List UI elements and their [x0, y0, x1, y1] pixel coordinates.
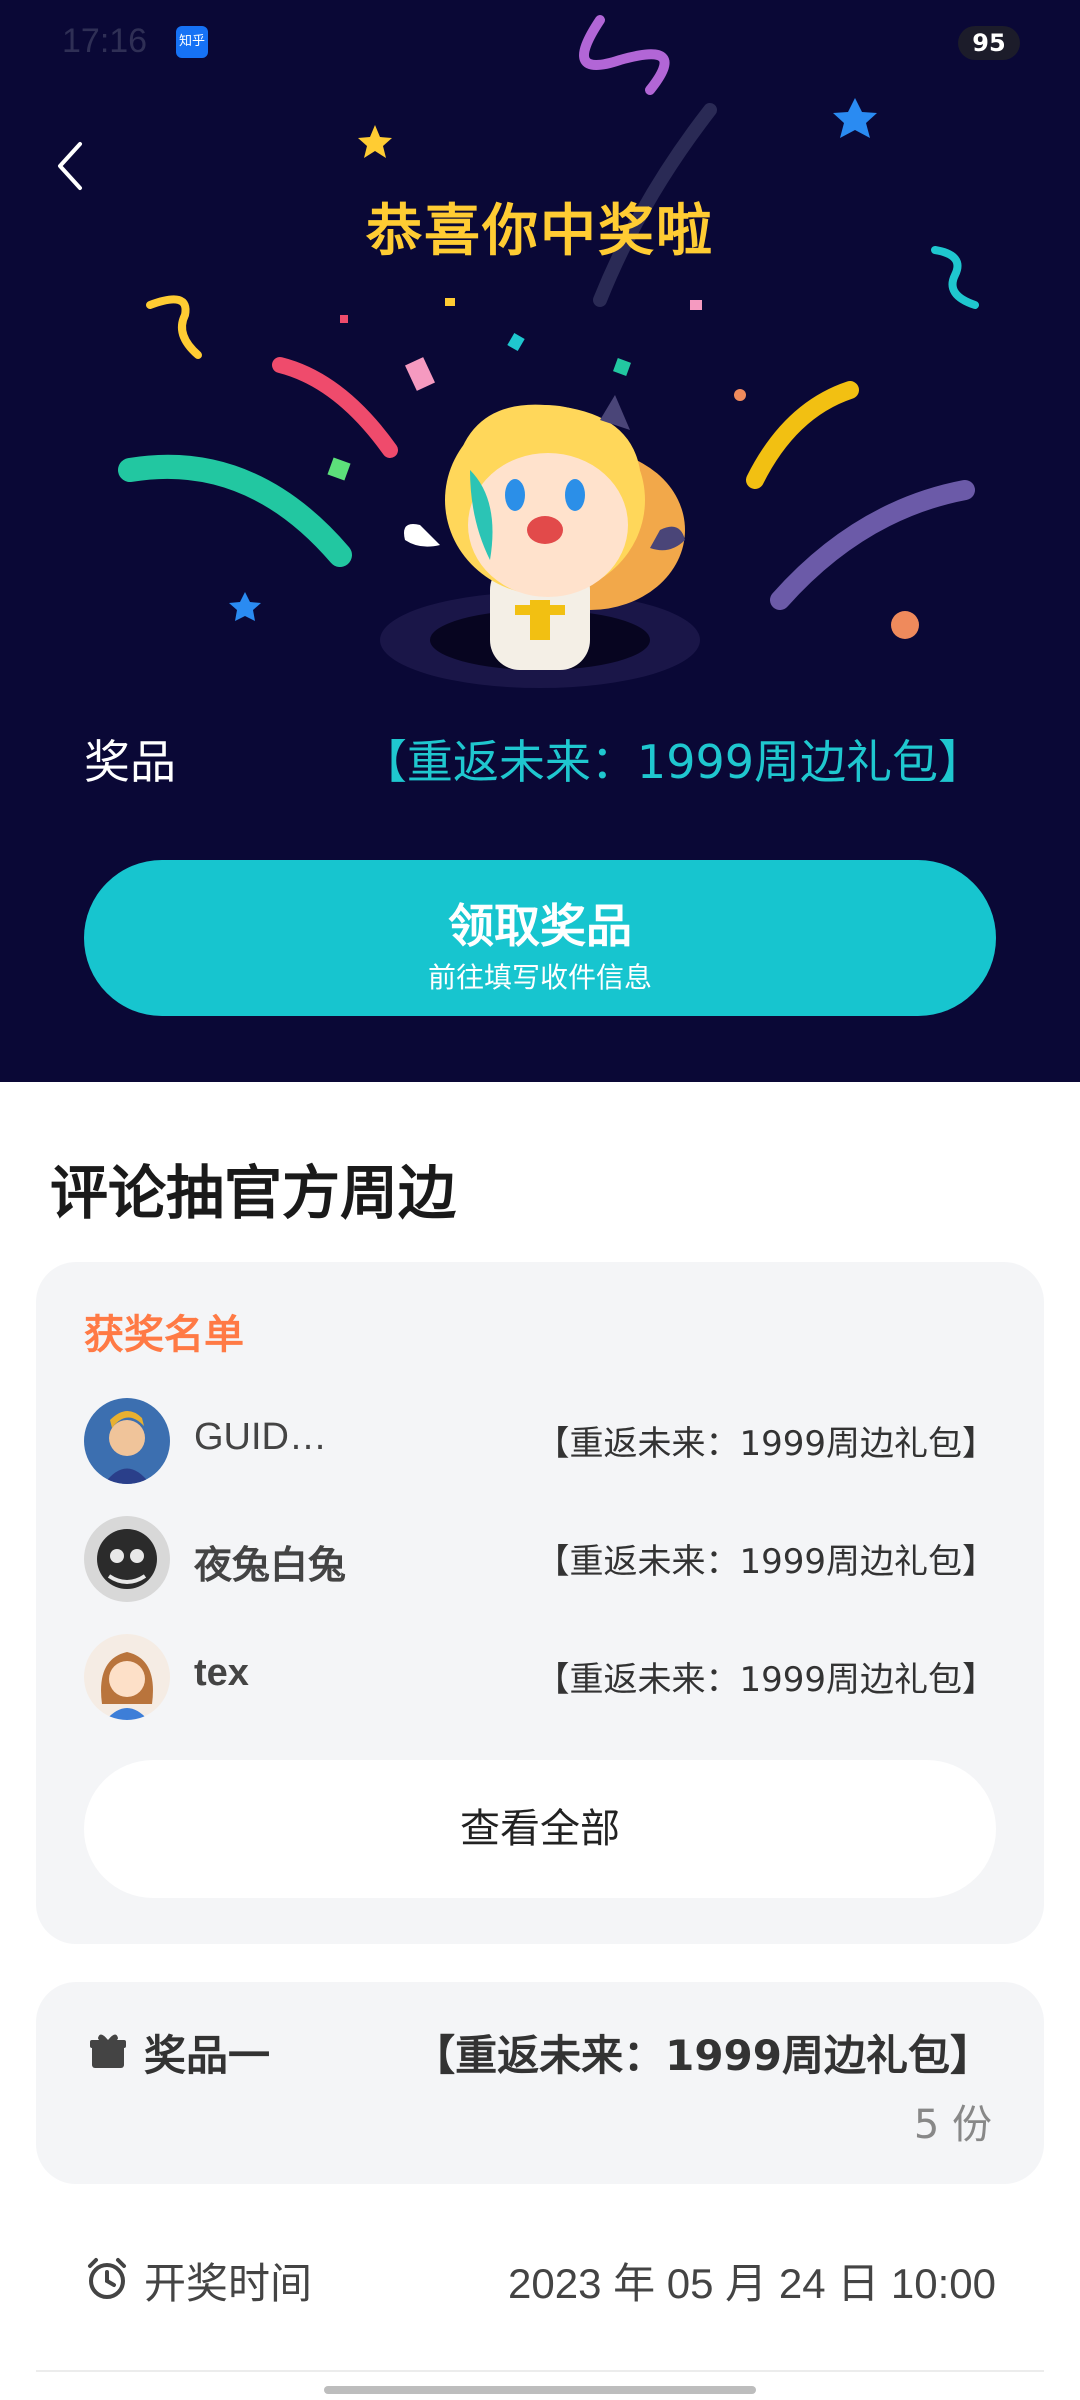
prize-one-name: 【重返未来：1999周边礼包】: [413, 2031, 992, 2080]
claim-prize-sublabel: 前往填写收件信息: [427, 961, 652, 994]
status-bar: 17:16 知乎 95: [0, 0, 1080, 84]
zhihu-app-icon: 知乎: [176, 26, 208, 58]
draw-time-value: 2023 年 05 月 24 日 10:00: [508, 2260, 996, 2307]
claim-prize-button[interactable]: 领取奖品 前往填写收件信息: [84, 860, 996, 1016]
winner-name: GUID…: [194, 1416, 327, 1458]
home-indicator[interactable]: [324, 2386, 756, 2394]
winner-row[interactable]: tex 【重返未来：1999周边礼包】: [84, 1634, 996, 1720]
winners-heading: 获奖名单: [84, 1312, 244, 1358]
draw-time-row: 开奖时间 2023 年 05 月 24 日 10:00: [84, 2246, 996, 2316]
avatar: [84, 1398, 170, 1484]
status-time: 17:16: [62, 22, 148, 60]
winner-row[interactable]: GUID… 【重返未来：1999周边礼包】: [84, 1398, 996, 1484]
prize-card: 奖品一 【重返未来：1999周边礼包】 5 份: [36, 1982, 1044, 2184]
divider: [36, 2370, 1044, 2372]
prize-one-label: 奖品一: [144, 2031, 271, 2080]
winner-name: 夜兔白兔: [194, 1545, 347, 1587]
view-all-button[interactable]: 查看全部: [84, 1760, 996, 1898]
page-title: 评论抽官方周边: [50, 1159, 457, 1227]
winner-prize: 【重返未来：1999周边礼包】: [535, 1424, 996, 1464]
prize-name: 【重返未来：1999周边礼包】: [360, 735, 984, 789]
gift-icon: [90, 2034, 126, 2068]
draw-time-label: 开奖时间: [144, 2259, 313, 2308]
alarm-clock-icon: [88, 2258, 126, 2299]
winner-prize: 【重返未来：1999周边礼包】: [535, 1660, 996, 1700]
winner-row[interactable]: 夜兔白兔 【重返未来：1999周边礼包】: [84, 1516, 996, 1602]
hero-prize-row: 奖品 【重返未来：1999周边礼包】: [84, 726, 984, 792]
hero-section: 17:16 知乎 95 恭喜你中奖啦 奖品 【重返未来：1999周边礼包】 领取…: [0, 0, 1080, 1082]
winners-card: 获奖名单 GUID… 【重返未来：1999周边礼包】 夜兔白兔 【重返未来：19…: [36, 1262, 1044, 1944]
winner-prize: 【重返未来：1999周边礼包】: [535, 1542, 996, 1582]
avatar: [84, 1516, 170, 1602]
congrats-title: 恭喜你中奖啦: [366, 199, 714, 264]
battery-indicator: 95: [958, 26, 1020, 60]
claim-prize-label: 领取奖品: [448, 899, 632, 953]
avatar: [84, 1634, 170, 1720]
winner-name: tex: [194, 1652, 249, 1694]
celebration-illustration: [118, 15, 979, 688]
prize-label: 奖品: [84, 735, 176, 789]
prize-count: 5 份: [913, 2102, 992, 2148]
